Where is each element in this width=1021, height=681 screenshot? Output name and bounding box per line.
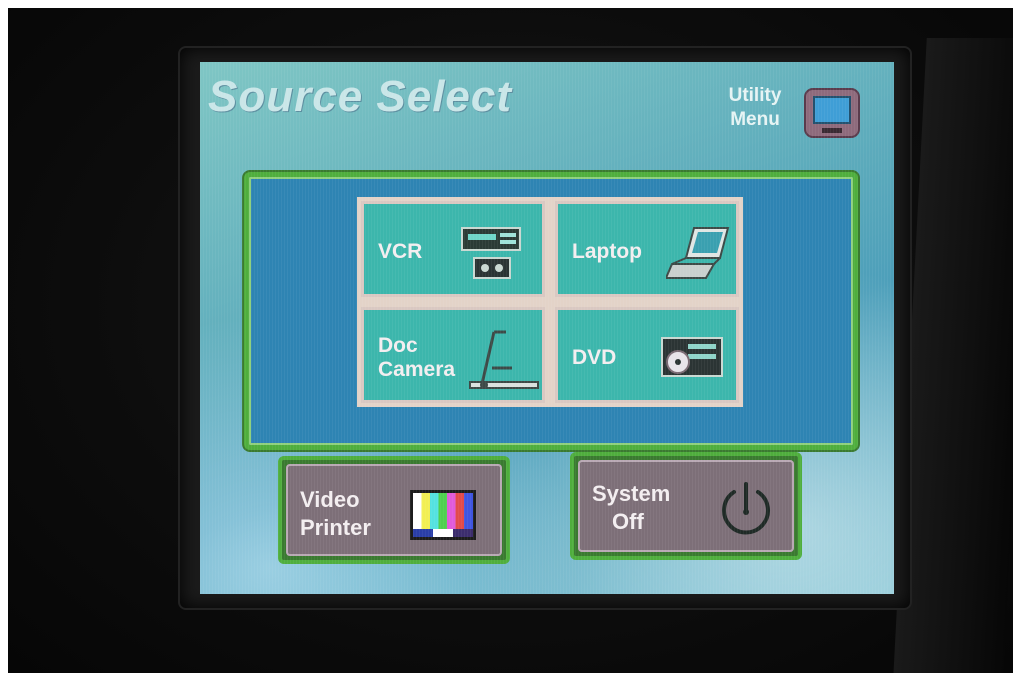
utility-menu-label-line2: Menu — [730, 109, 780, 130]
utility-menu-label: Utility Menu — [710, 84, 800, 132]
monitor-icon — [804, 88, 860, 138]
source-label-doc-camera-line1: Doc — [378, 334, 418, 357]
system-off-label-line1: System — [592, 481, 671, 506]
vcr-icon — [461, 227, 521, 279]
source-label-dvd: DVD — [572, 346, 617, 369]
source-grid: VCR Laptop Doc Camera DVD — [357, 197, 743, 407]
touch-screen: Source Select Utility Menu VCR Laptop Do… — [200, 62, 894, 594]
source-label-laptop: Laptop — [572, 240, 642, 263]
video-printer-face: Video Printer — [286, 464, 502, 556]
system-off-label: System Off — [592, 480, 670, 536]
page-title: Source Select — [208, 72, 513, 121]
system-off-face: System Off — [578, 460, 794, 552]
system-off-label-line2: Off — [612, 509, 644, 534]
source-label-doc-camera-line2: Camera — [378, 358, 456, 381]
utility-menu-label-line1: Utility — [728, 85, 782, 106]
system-off-button[interactable]: System Off — [570, 452, 802, 560]
document-camera-icon — [469, 330, 539, 389]
color-bars-icon — [410, 490, 476, 540]
power-icon — [722, 482, 770, 535]
video-printer-label: Video Printer — [300, 486, 371, 542]
source-panel: VCR Laptop Doc Camera DVD — [244, 172, 858, 450]
utility-menu-button[interactable]: Utility Menu — [710, 84, 860, 144]
source-label-vcr: VCR — [378, 240, 423, 263]
source-button-doc-camera[interactable]: Doc Camera — [361, 307, 545, 403]
video-printer-button[interactable]: Video Printer — [278, 456, 510, 564]
source-button-laptop[interactable]: Laptop — [555, 201, 739, 297]
source-label-doc-camera: Doc Camera — [378, 334, 455, 382]
source-button-vcr[interactable]: VCR — [361, 201, 545, 297]
video-printer-label-line2: Printer — [300, 515, 371, 540]
device-bezel-edge — [893, 38, 1013, 673]
laptop-icon — [666, 227, 730, 279]
source-button-dvd[interactable]: DVD — [555, 307, 739, 403]
video-printer-label-line1: Video — [300, 487, 360, 512]
dvd-player-icon — [661, 337, 723, 377]
